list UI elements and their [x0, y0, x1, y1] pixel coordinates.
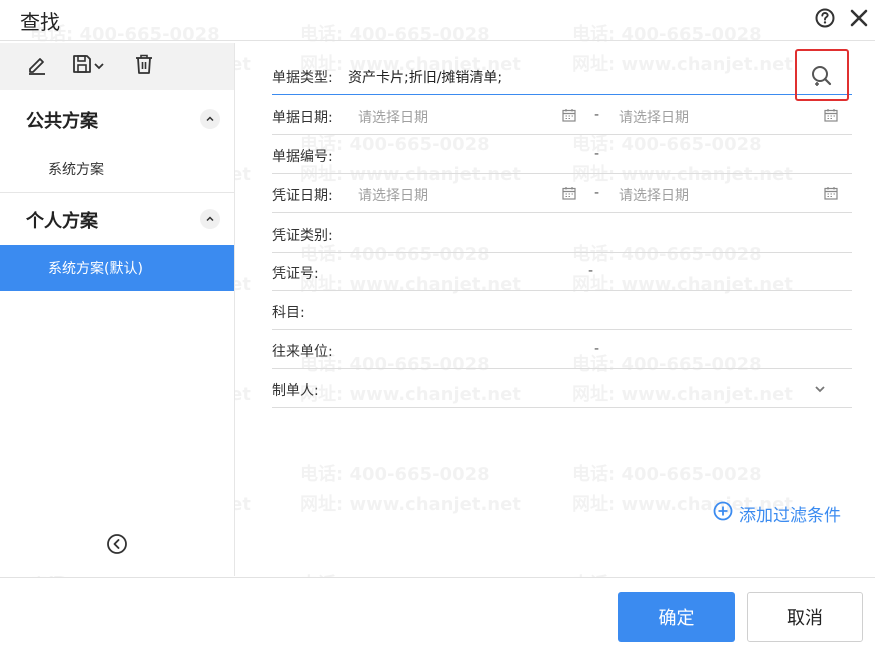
add-filter-label: 添加过滤条件 — [739, 505, 841, 526]
doc-type-label: 单据类型: — [272, 70, 333, 86]
find-dialog: 电话: 400-665-0028 网址: www.chanjet.net 电话:… — [0, 0, 875, 655]
ok-button[interactable]: 确定 — [618, 592, 735, 642]
scheme-item-system[interactable]: 系统方案 — [0, 146, 234, 192]
range-separator: - — [594, 107, 600, 123]
partner-row: 往来单位: - — [272, 330, 852, 369]
subject-row[interactable]: 科目: — [272, 291, 852, 330]
divider — [0, 192, 234, 193]
scheme-item-label: 系统方案 — [48, 162, 104, 178]
voucher-type-row[interactable]: 凭证类别: — [272, 214, 852, 253]
doc-date-label: 单据日期: — [272, 110, 333, 126]
dialog-title: 查找 — [20, 10, 60, 34]
add-filter-button[interactable]: 添加过滤条件 — [713, 501, 841, 526]
doc-date-from-input[interactable]: 请选择日期 — [358, 107, 428, 127]
scheme-panel: 公共方案 系统方案 个人方案 系统方案(默认) — [0, 43, 235, 576]
watermark-site: 网址: www.chanjet.net — [300, 494, 521, 515]
doc-type-row: 单据类型: 资产卡片;折旧/摊销清单; — [272, 56, 852, 95]
doc-no-row: 单据编号: - — [272, 135, 852, 174]
public-scheme-title: 公共方案 — [26, 111, 98, 132]
help-icon[interactable] — [815, 8, 835, 28]
voucher-date-label: 凭证日期: — [272, 188, 333, 204]
watermark-phone: 电话: 400-665-0028 — [572, 464, 762, 485]
chevron-left-circle-icon — [106, 534, 128, 559]
scheme-item-system-default[interactable]: 系统方案(默认) — [0, 245, 234, 291]
title-bar: 查找 — [0, 0, 875, 41]
save-scheme-button[interactable] — [68, 53, 108, 79]
calendar-icon[interactable] — [824, 107, 838, 122]
partner-label: 往来单位: — [272, 344, 333, 360]
range-separator: - — [594, 146, 600, 162]
doc-date-to-input[interactable]: 请选择日期 — [619, 107, 689, 127]
voucher-type-label: 凭证类别: — [272, 228, 333, 244]
personal-scheme-section[interactable]: 个人方案 — [0, 199, 234, 239]
calendar-icon[interactable] — [562, 185, 576, 200]
doc-type-lookup-button[interactable] — [795, 49, 849, 101]
calendar-icon[interactable] — [824, 185, 838, 200]
delete-scheme-button[interactable] — [131, 53, 157, 79]
personal-scheme-title: 个人方案 — [26, 211, 98, 232]
chevron-up-icon[interactable] — [200, 109, 220, 129]
edit-scheme-button[interactable] — [24, 53, 50, 79]
pencil-icon — [26, 53, 48, 79]
range-separator: - — [588, 263, 594, 279]
doc-type-field[interactable]: 资产卡片;折旧/摊销清单; — [348, 67, 502, 87]
creator-label: 制单人: — [272, 383, 319, 399]
scheme-toolbar — [0, 43, 234, 90]
watermark-phone: 电话: 400-665-0028 — [300, 464, 490, 485]
creator-row[interactable]: 制单人: — [272, 369, 852, 408]
chevron-down-icon — [93, 57, 105, 76]
plus-circle-icon — [713, 501, 733, 526]
voucher-no-label: 凭证号: — [272, 266, 319, 282]
range-separator: - — [594, 185, 600, 201]
voucher-date-from-input[interactable]: 请选择日期 — [358, 185, 428, 205]
close-icon[interactable] — [848, 7, 870, 29]
save-icon — [71, 53, 93, 79]
chevron-up-icon[interactable] — [200, 209, 220, 229]
voucher-date-row: 凭证日期: 请选择日期 - 请选择日期 — [272, 174, 852, 213]
voucher-no-row: 凭证号: - — [272, 252, 852, 291]
doc-no-label: 单据编号: — [272, 149, 333, 165]
subject-label: 科目: — [272, 305, 305, 321]
public-scheme-section[interactable]: 公共方案 — [0, 99, 234, 139]
doc-date-row: 单据日期: 请选择日期 - 请选择日期 — [272, 96, 852, 135]
scheme-item-label: 系统方案(默认) — [48, 261, 143, 277]
cancel-button[interactable]: 取消 — [747, 592, 863, 642]
trash-icon — [133, 53, 155, 79]
chevron-down-icon[interactable] — [813, 381, 827, 395]
voucher-date-to-input[interactable]: 请选择日期 — [619, 185, 689, 205]
dialog-footer: 确定 取消 — [0, 577, 875, 655]
calendar-icon[interactable] — [562, 107, 576, 122]
range-separator: - — [594, 341, 600, 357]
collapse-panel-button[interactable] — [106, 533, 128, 555]
